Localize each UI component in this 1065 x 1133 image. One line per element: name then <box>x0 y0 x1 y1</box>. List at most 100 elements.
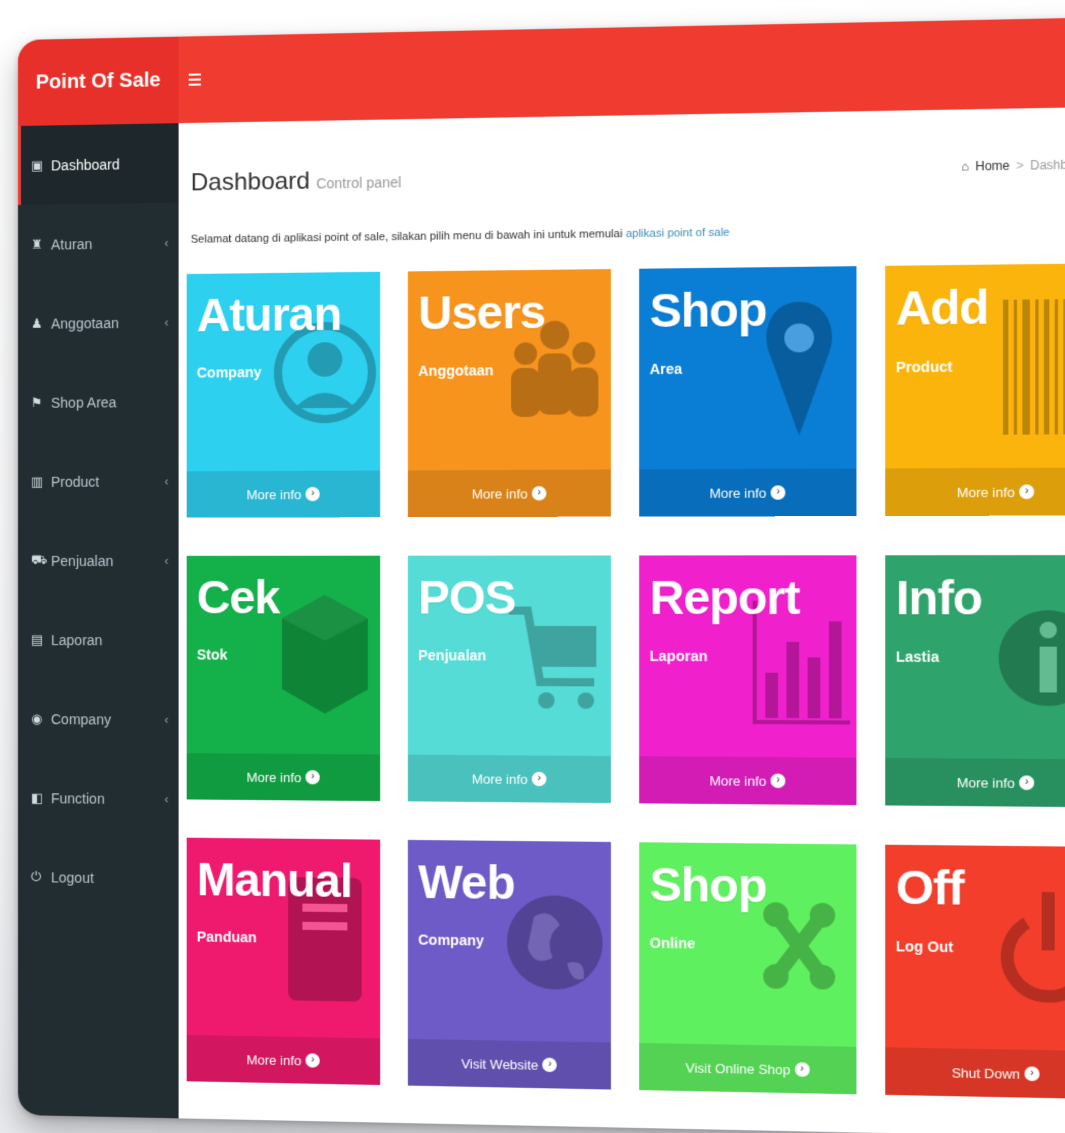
tile-subtitle: Penjualan <box>418 647 487 664</box>
sidebar-item-label: Dashboard <box>50 155 120 173</box>
tile-info-lastia[interactable]: Info Lastia More info › <box>885 555 1065 808</box>
tile-footer-label: More info <box>956 484 1015 500</box>
tile-title: Aturan <box>196 287 342 342</box>
tile-title: Add <box>895 280 989 336</box>
tile-subtitle: Log Out <box>895 937 954 956</box>
welcome-link[interactable]: aplikasi point of sale <box>626 227 730 241</box>
tile-more-info-link[interactable]: More info › <box>186 470 381 518</box>
welcome-message: Selamat datang di aplikasi point of sale… <box>191 222 1065 246</box>
page-title: Dashboard <box>190 167 310 197</box>
chevron-left-icon: ‹ <box>164 314 169 330</box>
breadcrumb-separator: > <box>1016 158 1024 173</box>
tile-cek-stok[interactable]: Cek Stok More info › <box>186 555 381 802</box>
tile-subtitle: Anggotaan <box>418 362 494 379</box>
dashboard-icon: ▣ <box>30 157 44 173</box>
tile-footer-label: More info <box>709 484 767 501</box>
tile-footer-label: More info <box>471 770 528 787</box>
sidebar-item-label: Aturan <box>50 235 93 253</box>
arrow-circle-right-icon: › <box>305 1053 320 1068</box>
tile-more-info-link[interactable]: More info › <box>407 469 611 518</box>
tile-add-product[interactable]: Add Product More info › <box>885 263 1065 516</box>
sidebar-item-logout[interactable]: ⏻ Logout <box>18 837 179 918</box>
tile-subtitle: Stok <box>196 646 228 663</box>
tile-more-info-link[interactable]: More info › <box>186 1034 381 1086</box>
tile-title: Users <box>418 285 546 340</box>
arrow-circle-right-icon: › <box>1019 775 1035 791</box>
chevron-left-icon: ‹ <box>164 791 169 806</box>
user-group-icon: ♟ <box>30 315 43 331</box>
hamburger-icon <box>188 73 201 76</box>
breadcrumb: ⌂ Home > Dashboard <box>961 157 1065 174</box>
tile-more-info-link[interactable]: More info › <box>407 754 611 804</box>
arrow-circle-right-icon: › <box>531 771 547 787</box>
tile-title: Info <box>895 570 982 625</box>
sidebar-item-laporan[interactable]: ▤ Laporan <box>18 600 179 680</box>
sidebar-toggle-button[interactable] <box>188 68 211 91</box>
tile-title: POS <box>418 570 516 624</box>
breadcrumb-current: Dashboard <box>1030 157 1065 173</box>
sidebar-item-label: Logout <box>50 868 94 886</box>
tile-users-anggotaan[interactable]: Users Anggotaan More info › <box>407 269 611 518</box>
tile-more-info-link[interactable]: Shut Down › <box>885 1047 1065 1100</box>
tile-shop-online[interactable]: Shop Online Visit Online Shop › <box>639 842 857 1095</box>
main-content: Dashboard Control panel ⌂ Home > Dashboa… <box>178 106 1065 1133</box>
tile-more-info-link[interactable]: More info › <box>885 467 1065 516</box>
tile-footer-label: Shut Down <box>951 1064 1020 1082</box>
tile-shop-area[interactable]: Shop Area More info › <box>639 266 857 517</box>
chevron-left-icon: ‹ <box>164 473 169 488</box>
tile-report-laporan[interactable]: Report Laporan More info › <box>639 555 857 806</box>
page-subtitle: Control panel <box>316 174 402 192</box>
arrow-circle-right-icon: › <box>1019 484 1035 500</box>
tile-footer-label: More info <box>246 1051 302 1068</box>
tile-subtitle: Company <box>418 931 484 949</box>
sidebar-item-aturan[interactable]: ♜ Aturan ‹ <box>18 203 179 284</box>
tile-more-info-link[interactable]: More info › <box>885 757 1065 808</box>
tile-title: Report <box>649 570 800 625</box>
tile-title: Web <box>418 855 515 910</box>
sidebar-item-label: Shop Area <box>50 393 117 411</box>
tile-web-company[interactable]: Web Company Visit Website › <box>407 839 611 1090</box>
sidebar-item-dashboard[interactable]: ▣ Dashboard <box>18 123 179 205</box>
sidebar-item-anggotaan[interactable]: ♟ Anggotaan ‹ <box>18 282 179 363</box>
tile-more-info-link[interactable]: More info › <box>639 756 857 806</box>
sidebar-item-product[interactable]: ▥ Product ‹ <box>18 441 179 521</box>
sidebar-item-company[interactable]: ◉ Company ‹ <box>18 679 179 759</box>
globe-icon: ◉ <box>30 710 43 726</box>
barcode-icon: ▥ <box>30 473 44 489</box>
sidebar: ▣ Dashboard ♜ Aturan ‹ ♟ Anggotaan ‹ ⚑ Shop Area ▥… <box>18 123 179 1119</box>
hamburger-icon-line <box>188 78 201 81</box>
tile-more-info-link[interactable]: More info › <box>639 468 857 517</box>
arrow-circle-right-icon: › <box>305 486 320 502</box>
brand-logo[interactable]: Point Of Sale <box>18 36 179 127</box>
power-icon: ⏻ <box>30 868 42 884</box>
map-marker-icon: ⚑ <box>30 394 43 410</box>
tile-subtitle: Area <box>649 360 683 378</box>
arrow-circle-right-icon: › <box>794 1062 810 1077</box>
tile-title: Off <box>895 860 964 915</box>
tile-more-info-link[interactable]: Visit Online Shop › <box>639 1042 857 1095</box>
sidebar-item-function[interactable]: ◧ Function ‹ <box>18 758 179 839</box>
tile-footer-label: Visit Website <box>461 1055 539 1073</box>
tile-footer-label: More info <box>246 769 302 785</box>
sidebar-item-label: Penjualan <box>50 552 114 569</box>
tile-more-info-link[interactable]: Visit Website › <box>407 1038 611 1090</box>
tile-more-info-link[interactable]: More info › <box>186 753 381 802</box>
tile-subtitle: Lastia <box>895 648 940 666</box>
sidebar-item-shop-area[interactable]: ⚑ Shop Area <box>18 362 179 442</box>
tile-off-log-out[interactable]: Off Log Out Shut Down › <box>885 844 1065 1100</box>
welcome-text: Selamat datang di aplikasi point of sale… <box>190 227 626 246</box>
users-icon: ♜ <box>30 236 43 252</box>
sidebar-item-label: Laporan <box>50 631 103 648</box>
breadcrumb-home-link[interactable]: Home <box>975 158 1009 173</box>
tile-manual-panduan[interactable]: Manual Panduan More info › <box>186 837 381 1086</box>
home-icon: ⌂ <box>961 159 969 174</box>
tile-subtitle: Panduan <box>196 928 257 946</box>
tile-aturan-company[interactable]: Aturan Company More info › <box>186 271 381 518</box>
tile-footer-label: Visit Online Shop <box>685 1059 791 1078</box>
tile-subtitle: Product <box>895 358 953 376</box>
hamburger-icon-line <box>188 83 201 86</box>
sidebar-item-label: Anggotaan <box>50 314 119 332</box>
tile-pos-penjualan[interactable]: POS Penjualan More info › <box>407 555 611 804</box>
sidebar-item-penjualan[interactable]: ⛟ Penjualan ‹ <box>18 521 179 600</box>
arrow-circle-right-icon: › <box>542 1057 558 1073</box>
